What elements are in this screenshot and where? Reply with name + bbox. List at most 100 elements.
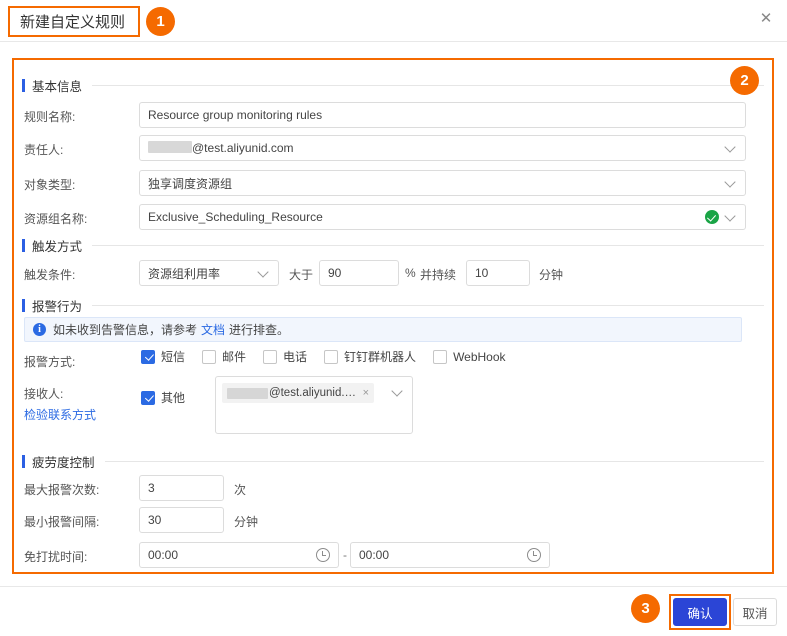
section-title-trigger: 触发方式	[32, 239, 83, 254]
checkbox-label: 其他	[161, 391, 186, 405]
label-min-alarm-interval: 最小报警间隔:	[24, 515, 100, 529]
checkbox-box-icon	[263, 349, 278, 364]
new-custom-rule-dialog: 新建自定义规则 ✕ 1 2 基本信息 规则名称: Resource group …	[0, 0, 787, 636]
checkbox-other-receiver[interactable]: 其他	[141, 389, 185, 406]
max-alarm-count-value: 3	[148, 481, 155, 495]
quiet-end-time-value: 00:00	[359, 548, 390, 562]
info-text-suffix: 进行排查。	[229, 323, 290, 337]
clock-icon[interactable]	[316, 548, 330, 562]
section-accent-bar	[22, 78, 25, 92]
trigger-duration-value: 10	[475, 266, 489, 280]
chevron-down-icon[interactable]	[725, 177, 737, 189]
step-badge-1: 1	[146, 7, 175, 36]
min-alarm-interval-value: 30	[148, 513, 162, 527]
alarm-method-checkbox-group: 短信 邮件 电话 钉钉群机器人 WebHook	[141, 348, 523, 365]
checkbox-sms[interactable]: 短信	[141, 348, 185, 365]
checkbox-box-icon	[202, 349, 217, 364]
trigger-metric-select[interactable]: 资源组利用率	[139, 260, 279, 286]
max-count-unit-label: 次	[234, 483, 247, 497]
time-range-separator: -	[343, 548, 347, 562]
page-title: 新建自定义规则	[20, 14, 126, 31]
label-trigger-condition: 触发条件:	[24, 268, 76, 282]
trigger-operator-label: 大于	[289, 268, 314, 282]
label-alarm-method: 报警方式:	[24, 355, 76, 369]
quiet-start-time-input[interactable]: 00:00	[139, 542, 339, 568]
owner-domain: @test.aliyunid.com	[192, 141, 294, 155]
section-divider	[104, 460, 764, 462]
chevron-down-icon[interactable]	[258, 267, 270, 279]
label-quiet-hours: 免打扰时间:	[24, 550, 88, 564]
label-receiver: 接收人:	[24, 387, 64, 401]
checkbox-email[interactable]: 邮件	[202, 348, 246, 365]
step-badge-2: 2	[730, 66, 759, 95]
trigger-threshold-value: 90	[328, 266, 342, 280]
check-circle-icon	[705, 210, 719, 224]
documentation-link[interactable]: 文档	[201, 321, 225, 338]
chevron-down-icon[interactable]	[392, 386, 404, 398]
section-header-fatigue: 疲劳度控制	[22, 452, 764, 470]
checkbox-label: WebHook	[453, 349, 506, 364]
verify-contact-link[interactable]: 检验联系方式	[24, 406, 96, 423]
object-type-select[interactable]: 独享调度资源组	[139, 170, 746, 196]
redacted-text-icon	[227, 387, 268, 399]
section-accent-bar	[22, 238, 25, 252]
cancel-button[interactable]: 取消	[733, 598, 777, 626]
duration-unit-label: 分钟	[539, 268, 564, 282]
rule-name-input[interactable]: Resource group monitoring rules	[139, 102, 746, 128]
remove-tag-icon[interactable]: ×	[363, 387, 369, 399]
section-header-trigger: 触发方式	[22, 236, 764, 254]
label-resource-group: 资源组名称:	[24, 212, 88, 226]
checkbox-label: 电话	[283, 350, 308, 364]
chevron-down-icon[interactable]	[725, 211, 737, 223]
checkbox-box-icon	[141, 390, 155, 405]
resource-group-select[interactable]: Exclusive_Scheduling_Resource	[139, 204, 746, 230]
checkbox-label: 邮件	[222, 350, 247, 364]
section-title-basic: 基本信息	[32, 79, 83, 94]
rule-name-value: Resource group monitoring rules	[148, 108, 323, 122]
checkbox-box-icon	[324, 349, 339, 364]
checkbox-box-icon	[433, 349, 448, 364]
confirm-button[interactable]: 确认	[673, 598, 727, 626]
info-icon: i	[33, 323, 46, 336]
section-divider	[92, 84, 764, 86]
section-title-alarm: 报警行为	[32, 299, 83, 314]
checkbox-dingtalk-robot[interactable]: 钉钉群机器人	[324, 348, 416, 365]
trigger-threshold-input[interactable]: 90	[319, 260, 399, 286]
redacted-text-icon	[148, 141, 192, 153]
dialog-footer: 确认 取消	[0, 586, 787, 636]
checkbox-box-icon	[141, 349, 155, 364]
receiver-tag-label: @test.aliyunid.c...	[268, 387, 358, 399]
min-interval-unit-label: 分钟	[234, 515, 259, 529]
receiver-tag: @test.aliyunid.c... ×	[222, 383, 374, 403]
checkbox-webhook[interactable]: WebHook	[433, 349, 506, 364]
resource-group-value: Exclusive_Scheduling_Resource	[148, 210, 323, 224]
clock-icon[interactable]	[527, 548, 541, 562]
section-accent-bar	[22, 298, 25, 312]
trigger-duration-input[interactable]: 10	[466, 260, 530, 286]
section-header-alarm: 报警行为	[22, 296, 764, 314]
info-text-prefix: 如未收到告警信息，请参考	[53, 323, 198, 337]
min-alarm-interval-input[interactable]: 30	[139, 507, 224, 533]
section-divider	[92, 244, 764, 246]
checkbox-phone[interactable]: 电话	[263, 348, 307, 365]
step-badge-3: 3	[631, 594, 660, 623]
section-divider	[92, 304, 764, 306]
quiet-start-time-value: 00:00	[148, 548, 179, 562]
checkbox-label: 钉钉群机器人	[344, 350, 417, 364]
form-highlight-region: 基本信息 规则名称: Resource group monitoring rul…	[12, 58, 774, 574]
chevron-down-icon[interactable]	[725, 142, 737, 154]
checkbox-label: 短信	[161, 350, 186, 364]
label-max-alarm-count: 最大报警次数:	[24, 483, 100, 497]
section-accent-bar	[22, 454, 25, 468]
alarm-info-banner: i 如未收到告警信息，请参考 文档 进行排查。	[24, 317, 742, 342]
receiver-multiselect[interactable]: @test.aliyunid.c... ×	[215, 376, 413, 434]
label-rule-name: 规则名称:	[24, 110, 76, 124]
dialog-header: 新建自定义规则 ✕	[0, 0, 787, 42]
object-type-value: 独享调度资源组	[148, 176, 233, 191]
max-alarm-count-input[interactable]: 3	[139, 475, 224, 501]
close-icon[interactable]: ✕	[755, 8, 777, 30]
trigger-metric-value: 资源组利用率	[148, 266, 221, 281]
quiet-end-time-input[interactable]: 00:00	[350, 542, 550, 568]
owner-select[interactable]: @test.aliyunid.com	[139, 135, 746, 161]
owner-value: @test.aliyunid.com	[148, 141, 719, 155]
